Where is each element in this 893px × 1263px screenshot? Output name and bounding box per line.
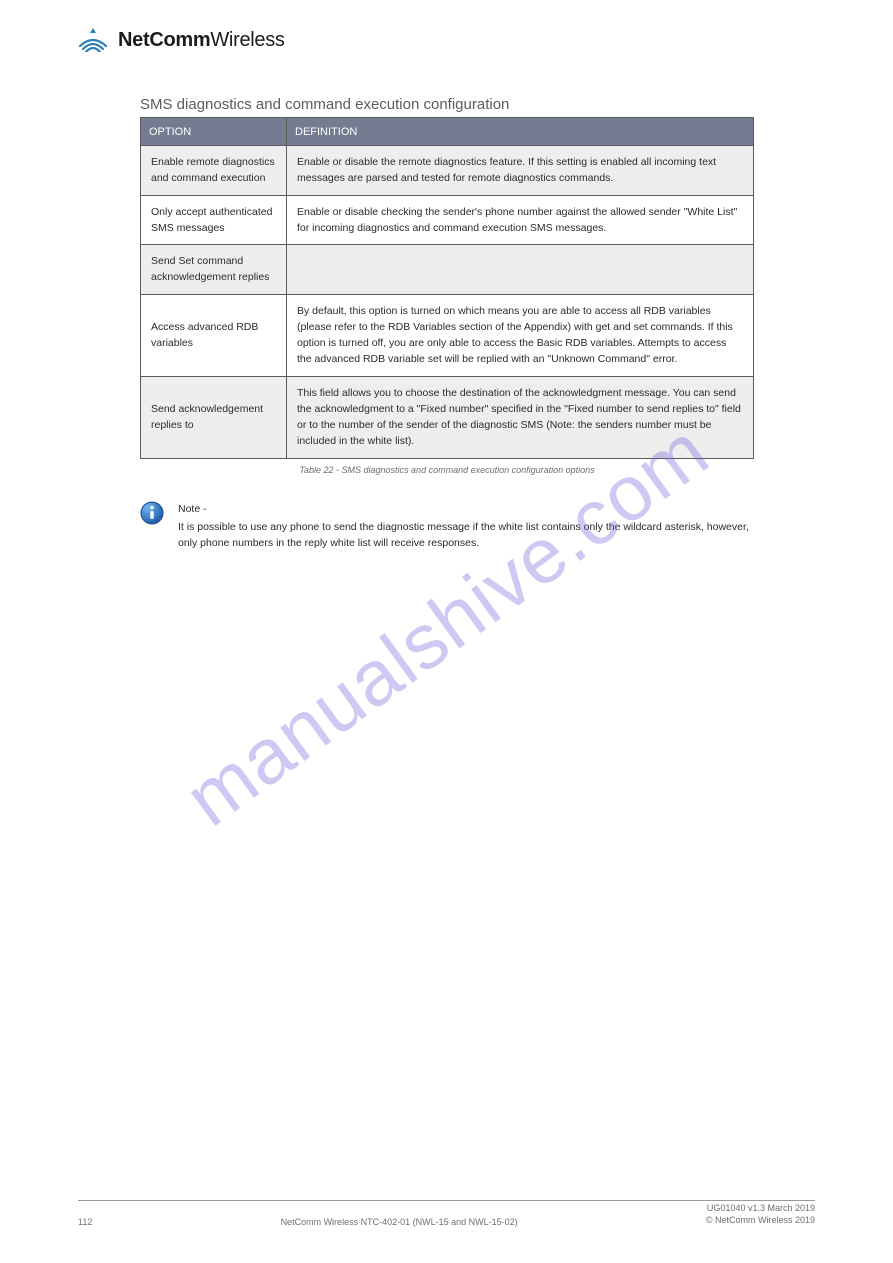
footer-page: 112	[78, 1217, 92, 1227]
row-option: Send acknowledgement replies to	[141, 376, 287, 458]
brand-bold: NetComm	[118, 29, 210, 51]
brand-logo: NetCommWireless	[78, 28, 815, 52]
row-definition: Enable or disable checking the sender's …	[287, 195, 754, 245]
brand-wordmark: NetCommWireless	[118, 29, 285, 52]
note-label: Note -	[178, 501, 754, 517]
footer: 112 NetComm Wireless NTC-402-01 (NWL-15 …	[78, 1202, 815, 1227]
footer-copyright: © NetComm Wireless 2019	[706, 1214, 815, 1227]
th-option: OPTION	[141, 118, 287, 146]
wifi-logo-icon	[78, 28, 108, 52]
footer-version: UG01040 v1.3 March 2019	[706, 1202, 815, 1215]
row-definition	[287, 245, 754, 295]
footer-right: UG01040 v1.3 March 2019 © NetComm Wirele…	[706, 1202, 815, 1227]
table-header-row: OPTION DEFINITION	[141, 118, 754, 146]
table-row: Only accept authenticated SMS messages E…	[141, 195, 754, 245]
note-body: Note - It is possible to use any phone t…	[178, 501, 754, 552]
footer-center: NetComm Wireless NTC-402-01 (NWL-15 and …	[281, 1217, 518, 1227]
row-option: Access advanced RDB variables	[141, 294, 287, 376]
table-row: Send Set command acknowledgement replies	[141, 245, 754, 295]
th-definition: DEFINITION	[287, 118, 754, 146]
row-definition: Enable or disable the remote diagnostics…	[287, 146, 754, 196]
table-row: Send acknowledgement replies to This fie…	[141, 376, 754, 458]
table-row: Enable remote diagnostics and command ex…	[141, 146, 754, 196]
row-definition: By default, this option is turned on whi…	[287, 294, 754, 376]
note-text: It is possible to use any phone to send …	[178, 521, 749, 549]
table-row: Access advanced RDB variables By default…	[141, 294, 754, 376]
config-table: OPTION DEFINITION Enable remote diagnost…	[140, 117, 754, 459]
row-definition: This field allows you to choose the dest…	[287, 376, 754, 458]
row-option: Send Set command acknowledgement replies	[141, 245, 287, 295]
brand-thin: Wireless	[210, 29, 284, 51]
section-title: SMS diagnostics and command execution co…	[140, 96, 815, 113]
info-icon	[140, 501, 164, 530]
note-block: Note - It is possible to use any phone t…	[140, 501, 754, 552]
row-option: Enable remote diagnostics and command ex…	[141, 146, 287, 196]
table-caption: Table 22 - SMS diagnostics and command e…	[140, 465, 754, 475]
row-option: Only accept authenticated SMS messages	[141, 195, 287, 245]
